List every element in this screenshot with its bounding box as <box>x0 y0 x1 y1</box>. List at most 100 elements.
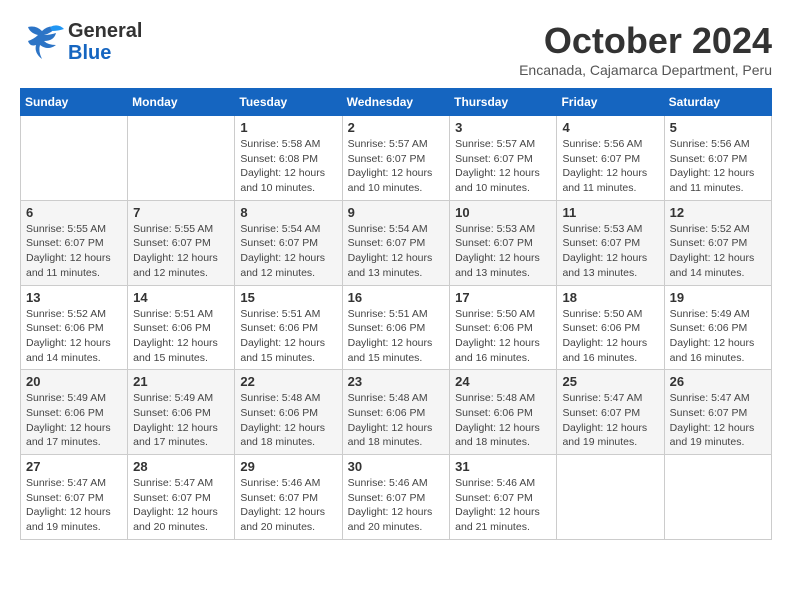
header-row: Sunday Monday Tuesday Wednesday Thursday… <box>21 89 772 116</box>
day-info: Sunrise: 5:50 AMSunset: 6:06 PMDaylight:… <box>562 307 658 366</box>
calendar-cell: 27 Sunrise: 5:47 AMSunset: 6:07 PMDayligh… <box>21 455 128 540</box>
calendar-cell: 9Sunrise: 5:54 AMSunset: 6:07 PMDaylight… <box>342 200 450 285</box>
day-info: Sunrise: 5:52 AMSunset: 6:06 PMDaylight:… <box>26 307 122 366</box>
day-number: 21 <box>133 374 229 389</box>
location-subtitle: Encanada, Cajamarca Department, Peru <box>519 62 772 78</box>
day-info: Sunrise: 5:47 AMSunset: 6:07 PMDaylight:… <box>670 391 766 450</box>
calendar-week-3: 13 Sunrise: 5:52 AMSunset: 6:06 PMDayligh… <box>21 285 772 370</box>
calendar-cell: 25 Sunrise: 5:47 AMSunset: 6:07 PMDayligh… <box>557 370 664 455</box>
day-number: 9 <box>348 205 445 220</box>
calendar-cell: 11 Sunrise: 5:53 AMSunset: 6:07 PMDayligh… <box>557 200 664 285</box>
day-info: Sunrise: 5:53 AMSunset: 6:07 PMDaylight:… <box>562 222 658 281</box>
calendar-cell: 7Sunrise: 5:55 AMSunset: 6:07 PMDaylight… <box>128 200 235 285</box>
calendar-cell: 6 Sunrise: 5:55 AMSunset: 6:07 PMDaylight… <box>21 200 128 285</box>
calendar-cell: 5Sunrise: 5:56 AMSunset: 6:07 PMDaylight… <box>664 116 771 201</box>
day-info: Sunrise: 5:49 AMSunset: 6:06 PMDaylight:… <box>133 391 229 450</box>
day-number: 28 <box>133 459 229 474</box>
calendar-week-5: 27 Sunrise: 5:47 AMSunset: 6:07 PMDayligh… <box>21 455 772 540</box>
calendar-cell: 30 Sunrise: 5:46 AMSunset: 6:07 PMDayligh… <box>342 455 450 540</box>
calendar-cell: 21 Sunrise: 5:49 AMSunset: 6:06 PMDayligh… <box>128 370 235 455</box>
day-number: 17 <box>455 290 551 305</box>
day-number: 8 <box>240 205 336 220</box>
day-info: Sunrise: 5:58 AMSunset: 6:08 PMDaylight:… <box>240 137 336 196</box>
day-info: Sunrise: 5:49 AMSunset: 6:06 PMDaylight:… <box>26 391 122 450</box>
calendar-cell: 20 Sunrise: 5:49 AMSunset: 6:06 PMDayligh… <box>21 370 128 455</box>
day-number: 11 <box>562 205 658 220</box>
calendar-cell: 16 Sunrise: 5:51 AMSunset: 6:06 PMDayligh… <box>342 285 450 370</box>
logo-text-blue: Blue <box>68 42 142 64</box>
day-number: 5 <box>670 120 766 135</box>
calendar-cell: 17Sunrise: 5:50 AMSunset: 6:06 PMDayligh… <box>450 285 557 370</box>
calendar-cell: 23Sunrise: 5:48 AMSunset: 6:06 PMDayligh… <box>342 370 450 455</box>
logo-icon <box>20 23 64 61</box>
calendar-cell: 26 Sunrise: 5:47 AMSunset: 6:07 PMDayligh… <box>664 370 771 455</box>
day-number: 12 <box>670 205 766 220</box>
day-info: Sunrise: 5:53 AMSunset: 6:07 PMDaylight:… <box>455 222 551 281</box>
day-info: Sunrise: 5:51 AMSunset: 6:06 PMDaylight:… <box>348 307 445 366</box>
logo-text-general: General <box>68 20 142 42</box>
day-number: 10 <box>455 205 551 220</box>
calendar-cell: 12 Sunrise: 5:52 AMSunset: 6:07 PMDayligh… <box>664 200 771 285</box>
calendar-cell: 19 Sunrise: 5:49 AMSunset: 6:06 PMDayligh… <box>664 285 771 370</box>
calendar-cell <box>664 455 771 540</box>
calendar-cell: 15Sunrise: 5:51 AMSunset: 6:06 PMDayligh… <box>235 285 342 370</box>
day-number: 26 <box>670 374 766 389</box>
calendar-cell: 28 Sunrise: 5:47 AMSunset: 6:07 PMDayligh… <box>128 455 235 540</box>
day-number: 13 <box>26 290 122 305</box>
calendar-cell: 31 Sunrise: 5:46 AMSunset: 6:07 PMDayligh… <box>450 455 557 540</box>
header-saturday: Saturday <box>664 89 771 116</box>
day-number: 25 <box>562 374 658 389</box>
logo: General Blue <box>20 20 142 64</box>
day-number: 27 <box>26 459 122 474</box>
day-number: 20 <box>26 374 122 389</box>
day-info: Sunrise: 5:47 AMSunset: 6:07 PMDaylight:… <box>562 391 658 450</box>
day-number: 16 <box>348 290 445 305</box>
day-info: Sunrise: 5:48 AMSunset: 6:06 PMDaylight:… <box>240 391 336 450</box>
day-number: 3 <box>455 120 551 135</box>
day-info: Sunrise: 5:47 AMSunset: 6:07 PMDaylight:… <box>133 476 229 535</box>
page-header: General Blue October 2024 Encanada, Caja… <box>20 20 772 78</box>
header-thursday: Thursday <box>450 89 557 116</box>
day-info: Sunrise: 5:54 AMSunset: 6:07 PMDaylight:… <box>240 222 336 281</box>
day-number: 18 <box>562 290 658 305</box>
day-info: Sunrise: 5:52 AMSunset: 6:07 PMDaylight:… <box>670 222 766 281</box>
day-info: Sunrise: 5:55 AMSunset: 6:07 PMDaylight:… <box>26 222 122 281</box>
day-number: 24 <box>455 374 551 389</box>
calendar-cell: 3 Sunrise: 5:57 AMSunset: 6:07 PMDaylight… <box>450 116 557 201</box>
day-info: Sunrise: 5:57 AMSunset: 6:07 PMDaylight:… <box>455 137 551 196</box>
calendar-cell <box>128 116 235 201</box>
day-number: 29 <box>240 459 336 474</box>
header-tuesday: Tuesday <box>235 89 342 116</box>
calendar-cell: 22 Sunrise: 5:48 AMSunset: 6:06 PMDayligh… <box>235 370 342 455</box>
calendar-cell <box>21 116 128 201</box>
calendar-table: Sunday Monday Tuesday Wednesday Thursday… <box>20 88 772 540</box>
month-title: October 2024 <box>519 20 772 62</box>
header-monday: Monday <box>128 89 235 116</box>
calendar-week-4: 20 Sunrise: 5:49 AMSunset: 6:06 PMDayligh… <box>21 370 772 455</box>
day-number: 22 <box>240 374 336 389</box>
calendar-cell: 8 Sunrise: 5:54 AMSunset: 6:07 PMDaylight… <box>235 200 342 285</box>
day-info: Sunrise: 5:46 AMSunset: 6:07 PMDaylight:… <box>455 476 551 535</box>
day-info: Sunrise: 5:56 AMSunset: 6:07 PMDaylight:… <box>562 137 658 196</box>
day-info: Sunrise: 5:48 AMSunset: 6:06 PMDaylight:… <box>348 391 445 450</box>
day-info: Sunrise: 5:47 AMSunset: 6:07 PMDaylight:… <box>26 476 122 535</box>
day-info: Sunrise: 5:57 AMSunset: 6:07 PMDaylight:… <box>348 137 445 196</box>
day-number: 30 <box>348 459 445 474</box>
day-number: 6 <box>26 205 122 220</box>
calendar-cell: 13 Sunrise: 5:52 AMSunset: 6:06 PMDayligh… <box>21 285 128 370</box>
day-info: Sunrise: 5:48 AMSunset: 6:06 PMDaylight:… <box>455 391 551 450</box>
day-number: 31 <box>455 459 551 474</box>
day-number: 19 <box>670 290 766 305</box>
calendar-cell: 1Sunrise: 5:58 AMSunset: 6:08 PMDaylight… <box>235 116 342 201</box>
day-number: 4 <box>562 120 658 135</box>
calendar-cell: 10 Sunrise: 5:53 AMSunset: 6:07 PMDayligh… <box>450 200 557 285</box>
day-number: 15 <box>240 290 336 305</box>
calendar-cell: 14Sunrise: 5:51 AMSunset: 6:06 PMDayligh… <box>128 285 235 370</box>
calendar-week-2: 6 Sunrise: 5:55 AMSunset: 6:07 PMDaylight… <box>21 200 772 285</box>
calendar-cell: 29Sunrise: 5:46 AMSunset: 6:07 PMDayligh… <box>235 455 342 540</box>
day-info: Sunrise: 5:51 AMSunset: 6:06 PMDaylight:… <box>133 307 229 366</box>
day-info: Sunrise: 5:49 AMSunset: 6:06 PMDaylight:… <box>670 307 766 366</box>
day-info: Sunrise: 5:46 AMSunset: 6:07 PMDaylight:… <box>348 476 445 535</box>
calendar-cell: 2 Sunrise: 5:57 AMSunset: 6:07 PMDaylight… <box>342 116 450 201</box>
day-number: 2 <box>348 120 445 135</box>
